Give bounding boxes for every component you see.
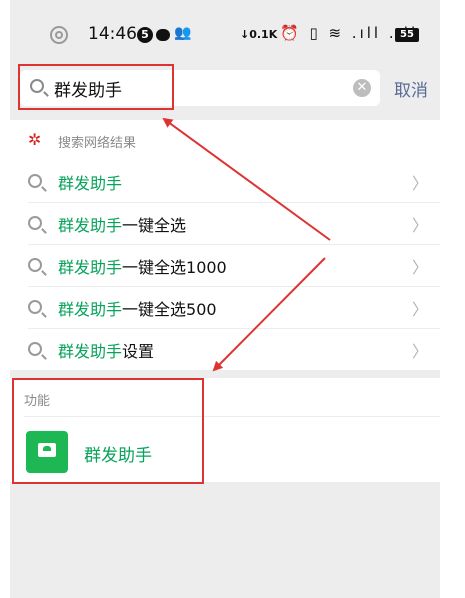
list-item-text: 群发助手	[58, 174, 123, 193]
functions-title: 功能	[24, 394, 51, 409]
cancel-button[interactable]: 取消	[394, 76, 428, 101]
web-search-star-icon: ✲	[28, 130, 42, 149]
list-item-text: 群发助手一键全选1000	[58, 258, 227, 277]
list-item[interactable]: 群发助手设置 〉	[10, 328, 440, 370]
web-results-title: 搜索网络结果	[58, 136, 137, 151]
battery-icon: 55	[395, 28, 419, 42]
chevron-right-icon: 〉	[411, 216, 428, 235]
chevron-right-icon: 〉	[411, 300, 428, 319]
search-icon	[28, 174, 42, 188]
list-item[interactable]: 群发助手 〉	[10, 160, 440, 202]
chevron-right-icon: 〉	[411, 258, 428, 277]
search-icon	[28, 258, 42, 272]
list-item[interactable]: 群发助手一键全选500 〉	[10, 286, 440, 328]
search-icon	[30, 79, 44, 93]
broadcast-assistant-item[interactable]: 群发助手	[84, 441, 152, 466]
status-time: 14:46	[88, 24, 137, 44]
chevron-right-icon: 〉	[411, 342, 428, 361]
people-icon: 👥	[174, 25, 192, 41]
list-item-text: 群发助手一键全选500	[58, 300, 217, 319]
search-bar: 群发助手 ✕ 取消	[10, 60, 440, 118]
search-query: 群发助手	[54, 81, 122, 101]
functions-section: 功能 群发助手	[10, 378, 440, 482]
search-icon	[28, 216, 42, 230]
ring-icon	[50, 26, 68, 44]
list-item-text: 群发助手一键全选	[58, 216, 187, 235]
search-icon	[28, 300, 42, 314]
list-item-text: 群发助手设置	[58, 342, 155, 361]
clear-icon[interactable]: ✕	[353, 79, 371, 97]
notification-count-badge: 5	[137, 27, 153, 43]
network-speed: ↓0.1K	[240, 28, 278, 41]
search-results: ✲ 搜索网络结果 群发助手 〉 群发助手一键全选 〉 群发助手一键全选1000 …	[10, 120, 440, 370]
list-item[interactable]: 群发助手一键全选1000 〉	[10, 244, 440, 286]
chat-bubble-icon	[156, 29, 170, 41]
broadcast-assistant-icon[interactable]	[26, 431, 68, 473]
phone-screen: 14:46 5 👥 ↓0.1K ⏰ ▯ ≋ .ıll .ıll 55 群发助手 …	[10, 0, 440, 598]
chevron-right-icon: 〉	[411, 174, 428, 193]
search-icon	[28, 342, 42, 356]
web-results-header: ✲ 搜索网络结果	[10, 120, 440, 160]
list-item[interactable]: 群发助手一键全选 〉	[10, 202, 440, 244]
status-bar: 14:46 5 👥 ↓0.1K ⏰ ▯ ≋ .ıll .ıll 55	[10, 0, 440, 60]
search-input[interactable]: 群发助手 ✕	[20, 70, 380, 106]
